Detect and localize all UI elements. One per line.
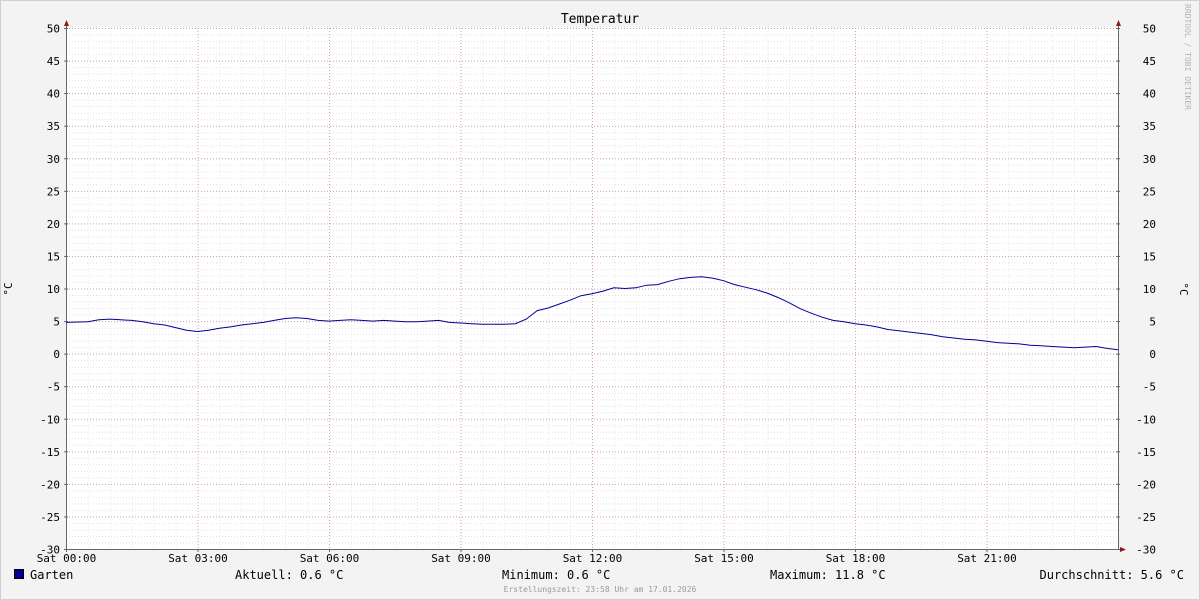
chart-title: Temperatur — [561, 12, 639, 27]
y-tick-label-left: 40 — [47, 88, 60, 101]
y-tick-label-left: 30 — [47, 153, 60, 166]
y-tick-label-left: 20 — [47, 218, 60, 231]
y-tick-label-right: 25 — [1143, 185, 1156, 198]
y-tick-label-right: -30 — [1136, 544, 1156, 557]
legend-swatch — [14, 569, 24, 579]
temperature-chart: 50 5045 4540 4035 3530 3025 2520 2015 1510 105 50 0… — [2, 12, 1190, 565]
y-axis-label-right: °C — [1177, 282, 1190, 295]
y-tick-label-left: 5 — [53, 316, 60, 329]
y-tick-label-left: 35 — [47, 120, 60, 133]
y-tick-label-left: 45 — [47, 55, 60, 68]
y-tick-label-left: -15 — [40, 446, 60, 459]
y-tick-label-left: -10 — [40, 413, 60, 426]
x-tick-label: Sat 09:00 — [431, 552, 491, 565]
y-tick-label-right: 35 — [1143, 120, 1156, 133]
x-tick-label: Sat 03:00 — [168, 552, 228, 565]
y-tick-label-right: -25 — [1136, 511, 1156, 524]
y-tick-label-right: -15 — [1136, 446, 1156, 459]
x-tick-label: Sat 18:00 — [826, 552, 886, 565]
legend-minimum: Minimum: 0.6 °C — [502, 568, 611, 582]
legend-average: Durchschnitt: 5.6 °C — [1039, 568, 1185, 582]
x-tick-label: Sat 06:00 — [300, 552, 360, 565]
y-tick-label-right: 20 — [1143, 218, 1156, 231]
y-tick-label-left: 50 — [47, 23, 60, 36]
y-tick-label-left: 25 — [47, 185, 60, 198]
y-axis-label-left: °C — [2, 282, 15, 295]
legend-maximum: Maximum: 11.8 °C — [770, 568, 886, 582]
y-tick-label-right: 40 — [1143, 88, 1156, 101]
y-axis-arrow-left — [64, 20, 69, 26]
x-tick-label: Sat 21:00 — [957, 552, 1017, 565]
y-tick-label-right: 50 — [1143, 23, 1156, 36]
y-tick-label-left: -5 — [47, 381, 60, 394]
x-tick-label: Sat 15:00 — [694, 552, 754, 565]
y-tick-label-right: 15 — [1143, 250, 1156, 263]
y-tick-label-left: 15 — [47, 250, 60, 263]
y-axis-arrow-right — [1116, 20, 1121, 26]
x-tick-label: Sat 12:00 — [563, 552, 623, 565]
y-tick-label-right: 45 — [1143, 55, 1156, 68]
x-tick-label: Sat 00:00 — [37, 552, 97, 565]
y-tick-label-right: -10 — [1136, 413, 1156, 426]
y-tick-label-right: 5 — [1149, 316, 1156, 329]
y-tick-label-right: 10 — [1143, 283, 1156, 296]
y-tick-label-right: 30 — [1143, 153, 1156, 166]
y-tick-label-right: -5 — [1143, 381, 1156, 394]
legend-current: Aktuell: 0.6 °C — [235, 568, 344, 582]
rrdtool-watermark: RRDTOOL / TOBI OETIKER — [1183, 4, 1192, 110]
y-tick-label-right: 0 — [1149, 348, 1156, 361]
x-axis-arrow — [1120, 547, 1126, 552]
legend: Garten Aktuell: 0.6 °C Minimum: 0.6 °C M… — [0, 568, 1200, 584]
legend-series-name: Garten — [30, 568, 74, 582]
y-tick-label-left: 0 — [53, 348, 60, 361]
y-tick-label-left: -25 — [40, 511, 60, 524]
y-tick-label-left: -20 — [40, 478, 60, 491]
y-tick-label-left: 10 — [47, 283, 60, 296]
creation-timestamp: Erstellungszeit: 23:58 Uhr am 17.01.2026 — [503, 585, 697, 594]
y-tick-label-right: -20 — [1136, 478, 1156, 491]
